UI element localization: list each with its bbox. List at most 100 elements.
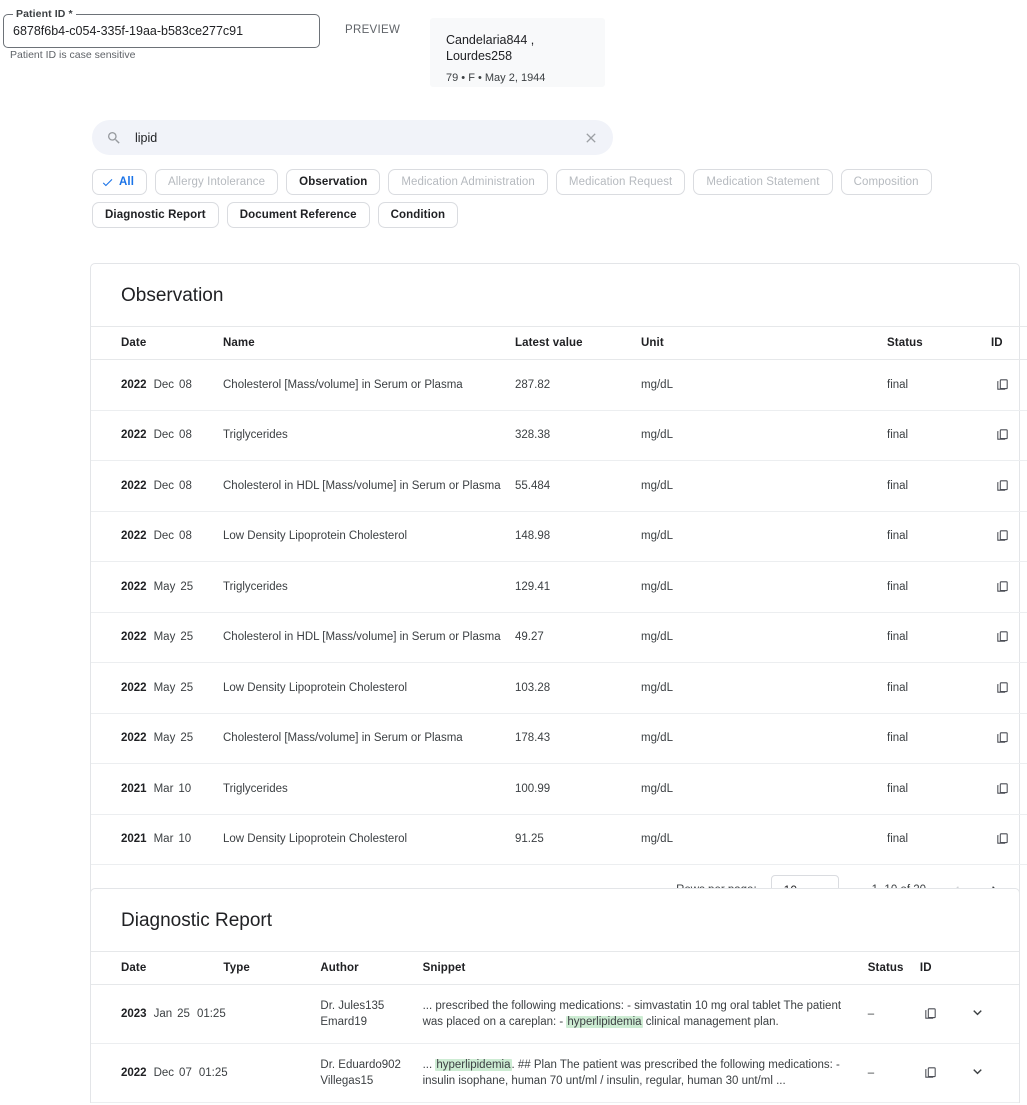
observation-card: Observation DateNameLatest valueUnitStat… bbox=[90, 263, 1020, 916]
observation-id-cell bbox=[991, 410, 1027, 461]
copy-icon bbox=[995, 579, 1010, 594]
filter-chip-composition[interactable]: Composition bbox=[841, 169, 932, 195]
observation-id-cell bbox=[991, 713, 1027, 764]
date-day: 10 bbox=[178, 833, 191, 845]
copy-id-button[interactable] bbox=[920, 1002, 942, 1024]
copy-id-button[interactable] bbox=[920, 1061, 942, 1083]
copy-id-button[interactable] bbox=[991, 575, 1013, 597]
report-snippet: ... prescribed the following medications… bbox=[423, 985, 868, 1044]
report-snippet: ... hyperlipidemia. ## Plan The patient … bbox=[423, 1044, 868, 1103]
observation-status: final bbox=[887, 461, 991, 512]
observation-status: final bbox=[887, 764, 991, 815]
patient-id-input[interactable] bbox=[13, 15, 313, 47]
column-header-type: Type bbox=[223, 952, 320, 985]
observation-unit: mg/dL bbox=[641, 461, 887, 512]
observation-status: final bbox=[887, 360, 991, 411]
filter-chip-all[interactable]: All bbox=[92, 169, 147, 195]
date-month: Dec bbox=[154, 429, 174, 441]
observation-value: 49.27 bbox=[515, 612, 641, 663]
date-day: 25 bbox=[180, 682, 193, 694]
date-day: 25 bbox=[177, 1008, 190, 1020]
table-row[interactable]: 2022May25Low Density Lipoprotein Cholest… bbox=[91, 663, 1027, 714]
observation-unit: mg/dL bbox=[641, 713, 887, 764]
observation-value: 328.38 bbox=[515, 410, 641, 461]
copy-id-button[interactable] bbox=[991, 424, 1013, 446]
table-row[interactable]: 2022Dec08Triglycerides328.38mg/dLfinal bbox=[91, 410, 1027, 461]
filter-chip-label: Condition bbox=[391, 209, 446, 221]
report-expand-cell bbox=[967, 1044, 1019, 1103]
column-header-author: Author bbox=[320, 952, 422, 985]
filter-chip-diagnostic-report[interactable]: Diagnostic Report bbox=[92, 202, 219, 228]
column-header-snippet: Snippet bbox=[423, 952, 868, 985]
copy-id-button[interactable] bbox=[991, 777, 1013, 799]
observation-value: 148.98 bbox=[515, 511, 641, 562]
date-month: May bbox=[154, 581, 176, 593]
date-year: 2022 bbox=[121, 682, 147, 694]
observation-unit: mg/dL bbox=[641, 612, 887, 663]
observation-status: final bbox=[887, 814, 991, 865]
copy-id-button[interactable] bbox=[991, 626, 1013, 648]
patient-id-field[interactable]: Patient ID * bbox=[3, 14, 320, 48]
observation-unit: mg/dL bbox=[641, 360, 887, 411]
table-row[interactable]: 2022Dec0701:25Dr. Eduardo902 Villegas15.… bbox=[91, 1044, 1019, 1103]
date-year: 2022 bbox=[121, 480, 147, 492]
copy-id-button[interactable] bbox=[991, 373, 1013, 395]
copy-id-button[interactable] bbox=[991, 828, 1013, 850]
diagnostic-report-card: Diagnostic Report DateTypeAuthorSnippetS… bbox=[90, 888, 1020, 1103]
patient-header: Patient ID * Patient ID is case sensitiv… bbox=[0, 0, 1027, 100]
table-row[interactable]: 2022May25Cholesterol [Mass/volume] in Se… bbox=[91, 713, 1027, 764]
observation-date: 2022Dec08 bbox=[91, 461, 223, 512]
filter-chip-medication-statement[interactable]: Medication Statement bbox=[693, 169, 832, 195]
copy-id-button[interactable] bbox=[991, 474, 1013, 496]
report-id-cell bbox=[920, 985, 967, 1044]
table-row[interactable]: 2022May25Triglycerides129.41mg/dLfinal bbox=[91, 562, 1027, 613]
observation-value: 287.82 bbox=[515, 360, 641, 411]
table-row[interactable]: 2023Jan2501:25Dr. Jules135 Emard19... pr… bbox=[91, 985, 1019, 1044]
filter-chip-allergy-intolerance[interactable]: Allergy Intolerance bbox=[155, 169, 278, 195]
copy-icon bbox=[923, 1006, 938, 1021]
observation-name: Low Density Lipoprotein Cholesterol bbox=[223, 814, 515, 865]
date-day: 08 bbox=[179, 480, 192, 492]
date-day: 08 bbox=[179, 530, 192, 542]
copy-icon bbox=[995, 781, 1010, 796]
filter-chip-observation[interactable]: Observation bbox=[286, 169, 380, 195]
copy-id-button[interactable] bbox=[991, 525, 1013, 547]
date-day: 08 bbox=[179, 429, 192, 441]
filter-chip-label: Diagnostic Report bbox=[105, 209, 206, 221]
filter-chip-label: All bbox=[119, 176, 134, 188]
filter-chip-medication-administration[interactable]: Medication Administration bbox=[388, 169, 548, 195]
expand-row-button[interactable] bbox=[967, 1061, 989, 1083]
observation-unit: mg/dL bbox=[641, 764, 887, 815]
observation-value: 129.41 bbox=[515, 562, 641, 613]
copy-id-button[interactable] bbox=[991, 676, 1013, 698]
close-icon[interactable] bbox=[583, 130, 599, 146]
copy-id-button[interactable] bbox=[991, 727, 1013, 749]
date-time: 01:25 bbox=[197, 1008, 226, 1020]
snippet-highlight: hyperlipidemia bbox=[435, 1059, 511, 1071]
column-header-expand bbox=[967, 952, 1019, 985]
observation-name: Cholesterol in HDL [Mass/volume] in Seru… bbox=[223, 461, 515, 512]
observation-date: 2022Dec08 bbox=[91, 511, 223, 562]
copy-icon bbox=[995, 377, 1010, 392]
observation-title: Observation bbox=[91, 264, 1019, 326]
observation-id-cell bbox=[991, 511, 1027, 562]
filter-chip-document-reference[interactable]: Document Reference bbox=[227, 202, 370, 228]
date-month: Jan bbox=[154, 1008, 173, 1020]
snippet-highlight: hyperlipidemia bbox=[566, 1016, 642, 1028]
expand-row-button[interactable] bbox=[967, 1002, 989, 1024]
filter-chip-label: Observation bbox=[299, 176, 367, 188]
table-row[interactable]: 2022May25Cholesterol in HDL [Mass/volume… bbox=[91, 612, 1027, 663]
search-bar[interactable] bbox=[92, 120, 613, 155]
observation-value: 178.43 bbox=[515, 713, 641, 764]
table-row[interactable]: 2022Dec08Low Density Lipoprotein Cholest… bbox=[91, 511, 1027, 562]
column-header-date: Date bbox=[91, 952, 223, 985]
search-input[interactable] bbox=[135, 131, 583, 145]
table-row[interactable]: 2021Mar10Low Density Lipoprotein Cholest… bbox=[91, 814, 1027, 865]
filter-chip-label: Medication Request bbox=[569, 176, 672, 188]
table-row[interactable]: 2021Mar10Triglycerides100.99mg/dLfinal bbox=[91, 764, 1027, 815]
filter-chip-condition[interactable]: Condition bbox=[378, 202, 459, 228]
filter-chip-medication-request[interactable]: Medication Request bbox=[556, 169, 685, 195]
observation-name: Triglycerides bbox=[223, 764, 515, 815]
table-row[interactable]: 2022Dec08Cholesterol [Mass/volume] in Se… bbox=[91, 360, 1027, 411]
table-row[interactable]: 2022Dec08Cholesterol in HDL [Mass/volume… bbox=[91, 461, 1027, 512]
